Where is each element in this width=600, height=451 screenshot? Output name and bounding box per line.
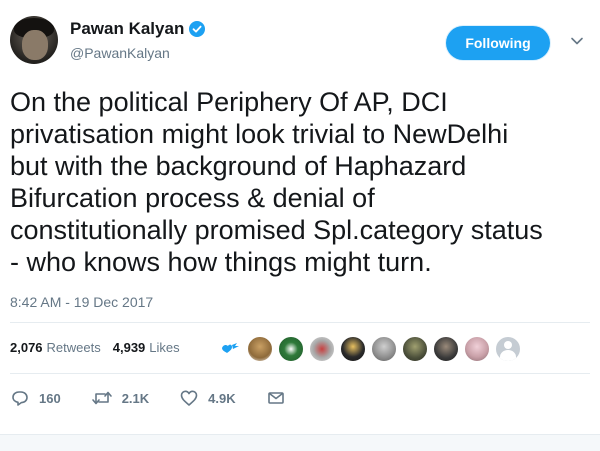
likes-count[interactable]: 4,939 <box>113 340 146 355</box>
retweet-count: 2.1K <box>121 390 150 406</box>
avatar[interactable] <box>10 16 58 64</box>
verified-badge-icon <box>189 21 206 37</box>
likes-label[interactable]: Likes <box>149 340 179 355</box>
reply-count: 160 <box>39 390 61 406</box>
twitter-heart-icon <box>218 337 242 361</box>
envelope-icon <box>267 392 284 404</box>
tweet-timestamp[interactable]: 8:42 AM - 19 Dec 2017 <box>10 294 153 310</box>
likers-avatars <box>218 336 526 362</box>
retweet-icon <box>91 391 112 405</box>
tweet-text: On the political Periphery Of AP, DCI pr… <box>10 87 543 277</box>
liker-avatar[interactable] <box>247 336 273 362</box>
tweet-card: Pawan Kalyan @PawanKalyan Following On t… <box>0 0 600 451</box>
liker-avatar[interactable] <box>340 336 366 362</box>
avatar-face <box>22 30 48 60</box>
liker-avatar[interactable] <box>309 336 335 362</box>
divider <box>10 322 590 323</box>
like-button[interactable]: 4.9K <box>179 388 236 408</box>
reply-button[interactable]: 160 <box>10 388 61 408</box>
tweet-actions: 160 2.1K 4.9K <box>10 388 316 408</box>
divider <box>10 373 590 374</box>
author-name-row: Pawan Kalyan <box>70 19 206 39</box>
author-handle[interactable]: @PawanKalyan <box>70 45 170 61</box>
liker-avatar[interactable] <box>278 336 304 362</box>
liker-avatar[interactable] <box>371 336 397 362</box>
liker-avatar[interactable] <box>464 336 490 362</box>
author-display-name[interactable]: Pawan Kalyan <box>70 19 184 39</box>
heart-icon <box>180 390 198 406</box>
footer-strip <box>0 434 600 451</box>
chevron-down-icon[interactable] <box>570 34 584 48</box>
retweets-label[interactable]: Retweets <box>47 340 101 355</box>
reply-icon <box>12 391 28 406</box>
following-button[interactable]: Following <box>446 26 550 60</box>
retweet-button[interactable]: 2.1K <box>91 388 149 408</box>
retweets-count[interactable]: 2,076 <box>10 340 43 355</box>
direct-message-button[interactable] <box>266 388 286 408</box>
tweet-stats: 2,076 Retweets 4,939 Likes <box>10 340 192 355</box>
liker-avatar[interactable] <box>433 336 459 362</box>
liker-avatar[interactable] <box>402 336 428 362</box>
like-count: 4.9K <box>208 390 236 406</box>
default-avatar-icon[interactable] <box>495 336 521 362</box>
